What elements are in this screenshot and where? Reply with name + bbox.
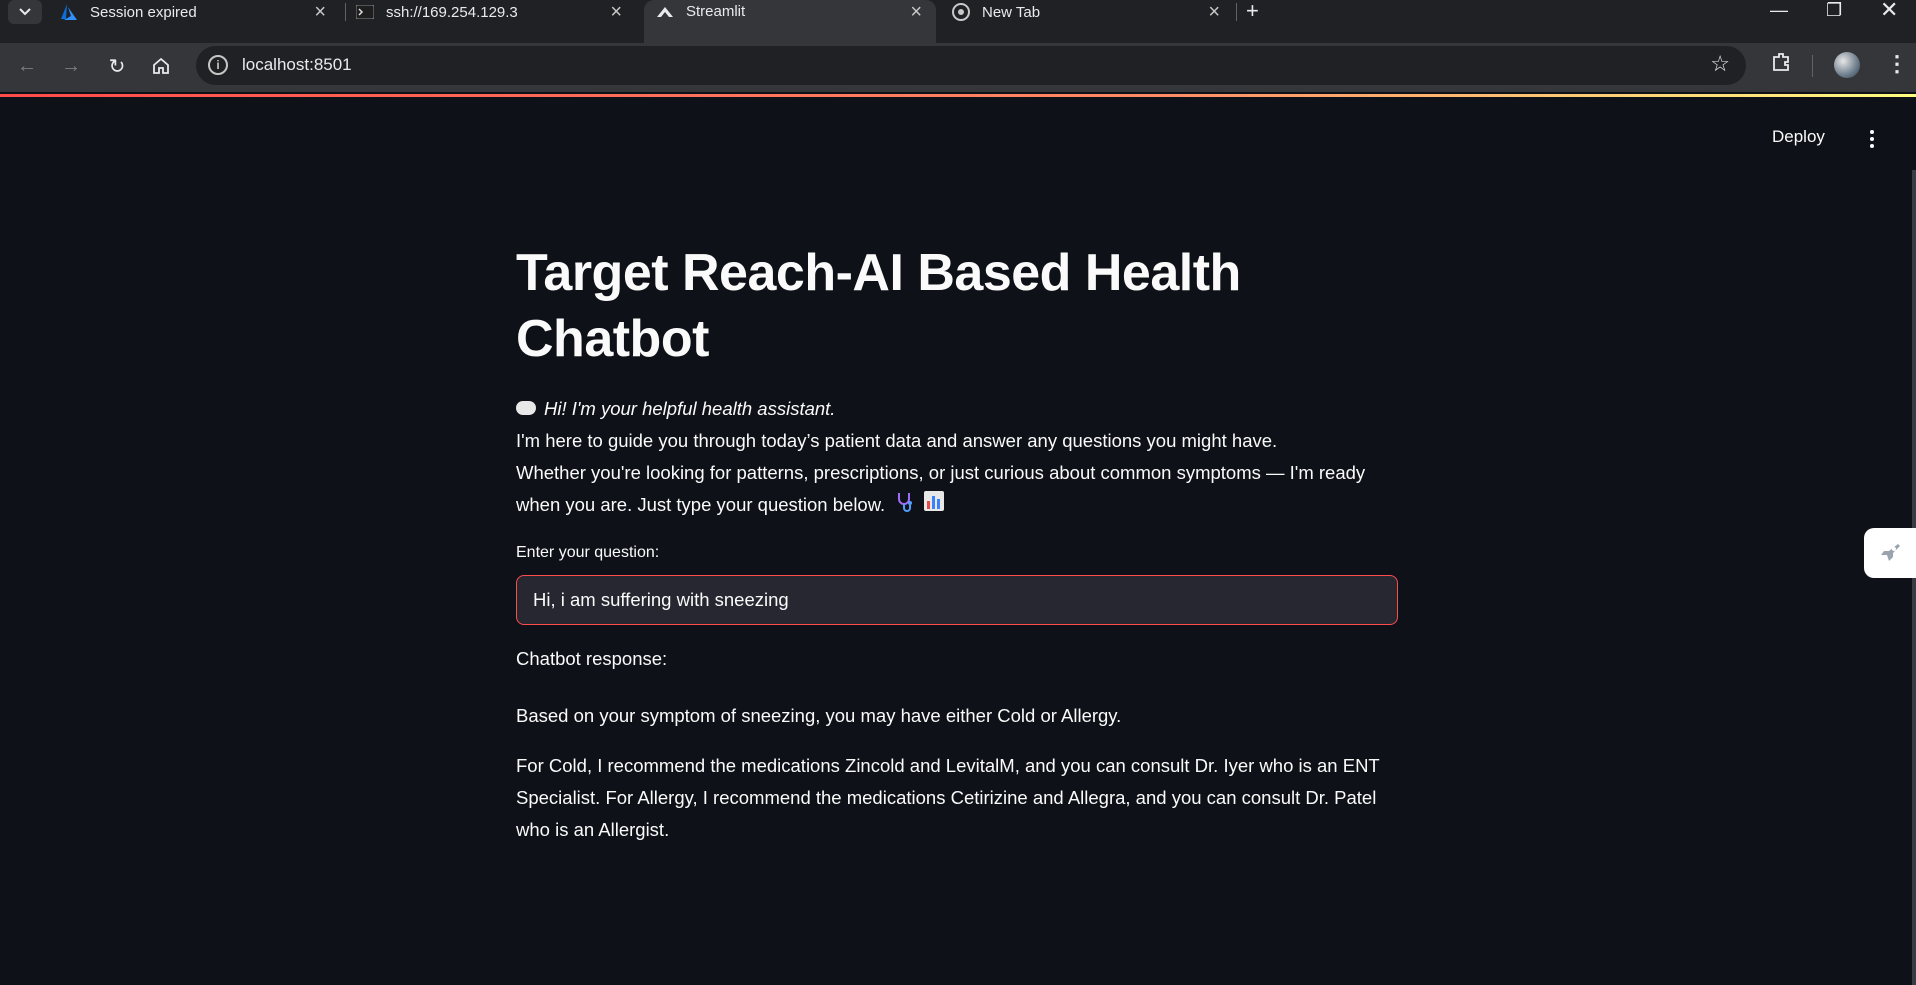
restore-icon[interactable]: ❐ bbox=[1826, 0, 1842, 20]
tab-title: Session expired bbox=[90, 3, 197, 21]
close-icon[interactable]: × bbox=[910, 1, 922, 23]
tab-session-expired[interactable]: Session expired × bbox=[60, 0, 340, 24]
reload-icon[interactable]: ↻ bbox=[102, 51, 132, 81]
terminal-icon bbox=[356, 3, 374, 21]
page-title: Target Reach-AI Based Health Chatbot bbox=[516, 244, 1241, 368]
minimize-icon[interactable]: — bbox=[1770, 0, 1788, 20]
azure-icon bbox=[60, 3, 78, 21]
streamlit-icon bbox=[656, 3, 674, 21]
intro-line-1: I'm here to guide you through today’s pa… bbox=[516, 430, 1278, 451]
chrome-icon bbox=[952, 3, 970, 21]
browser-toolbar: ← → ↻ i localhost:8501 ☆ ⋮ bbox=[0, 43, 1916, 92]
site-info-icon[interactable]: i bbox=[208, 55, 228, 75]
chevron-down-icon bbox=[19, 8, 31, 16]
intro-text: Hi! I'm your helpful health assistant. I… bbox=[516, 393, 1398, 522]
bar-chart-icon bbox=[923, 490, 945, 522]
forward-arrow-icon[interactable]: → bbox=[56, 51, 86, 81]
extensions-icon[interactable] bbox=[1770, 51, 1792, 79]
browser-menu-icon[interactable]: ⋮ bbox=[1886, 51, 1908, 77]
streamlit-header-decoration bbox=[0, 94, 1916, 97]
deploy-button[interactable]: Deploy bbox=[1772, 127, 1825, 147]
tab-title: ssh://169.254.129.3 bbox=[386, 3, 518, 21]
tab-streamlit[interactable]: Streamlit × bbox=[644, 0, 936, 43]
stethoscope-icon bbox=[894, 490, 916, 522]
close-icon[interactable]: × bbox=[610, 1, 622, 23]
tab-search-button[interactable] bbox=[8, 0, 42, 24]
question-label: Enter your question: bbox=[516, 544, 660, 561]
tab-new-tab[interactable]: New Tab × bbox=[952, 0, 1234, 24]
rocket-icon bbox=[1881, 544, 1900, 561]
close-icon[interactable]: × bbox=[314, 1, 326, 23]
question-input[interactable] bbox=[516, 575, 1398, 625]
close-icon[interactable]: × bbox=[1208, 1, 1220, 23]
speech-bubble-icon bbox=[516, 401, 536, 416]
response-label: Chatbot response: bbox=[516, 648, 668, 669]
browser-tab-strip: Session expired × ssh://169.254.129.3 × … bbox=[0, 0, 1916, 43]
main-menu-icon[interactable] bbox=[1862, 126, 1882, 152]
bookmark-star-icon[interactable]: ☆ bbox=[1710, 51, 1730, 77]
response-paragraph-1: Based on your symptom of sneezing, you m… bbox=[516, 705, 1122, 726]
tab-title: Streamlit bbox=[686, 3, 746, 20]
intro-lead: Hi! I'm your helpful health assistant. bbox=[544, 398, 836, 419]
tab-ssh[interactable]: ssh://169.254.129.3 × bbox=[356, 0, 636, 24]
back-arrow-icon[interactable]: ← bbox=[12, 51, 42, 81]
floating-widget-button[interactable] bbox=[1864, 528, 1916, 578]
url-text[interactable]: localhost:8501 bbox=[242, 55, 352, 75]
tab-title: New Tab bbox=[982, 3, 1041, 21]
response-paragraph-2: For Cold, I recommend the medications Zi… bbox=[516, 755, 1380, 840]
profile-avatar[interactable] bbox=[1834, 52, 1860, 78]
close-window-icon[interactable]: ✕ bbox=[1880, 0, 1898, 21]
address-bar[interactable]: i localhost:8501 ☆ bbox=[196, 46, 1746, 85]
new-tab-plus-icon[interactable]: + bbox=[1246, 0, 1259, 22]
home-icon[interactable] bbox=[146, 51, 176, 81]
